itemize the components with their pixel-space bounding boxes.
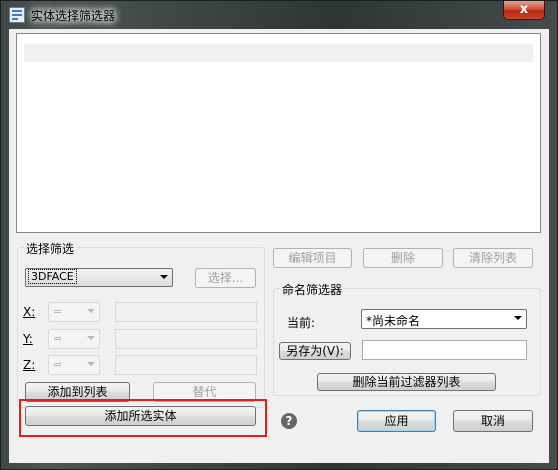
delete-current-filter-button[interactable]: 删除当前过滤器列表: [317, 373, 496, 391]
clear-list-button[interactable]: 清除列表: [453, 248, 533, 268]
y-operator-value: =: [53, 332, 63, 345]
cancel-button[interactable]: 取消: [453, 410, 533, 432]
chevron-down-icon: [514, 316, 522, 320]
current-filter-select[interactable]: *尚未命名: [361, 309, 527, 329]
chevron-down-icon: [87, 362, 95, 366]
x-label: X:: [23, 305, 36, 319]
highlight-box: [19, 399, 267, 437]
entity-type-value: 3DFACE: [28, 269, 77, 284]
title-bar: 实体选择筛选器 x: [1, 1, 557, 29]
save-as-button[interactable]: 另存为(V):: [279, 342, 351, 360]
select-button[interactable]: 选择...: [195, 268, 256, 288]
app-icon: [9, 7, 25, 23]
list-item[interactable]: [24, 44, 533, 62]
delete-button[interactable]: 删除: [363, 248, 443, 268]
y-value-field[interactable]: [115, 329, 257, 349]
window-title: 实体选择筛选器: [31, 9, 116, 23]
z-label: Z:: [23, 358, 36, 372]
x-value-field[interactable]: [115, 302, 257, 322]
x-operator-select[interactable]: =: [48, 302, 100, 322]
x-operator-value: =: [53, 305, 63, 318]
filter-list[interactable]: [16, 33, 541, 233]
z-operator-value: =: [53, 358, 63, 371]
save-as-field[interactable]: [362, 340, 527, 360]
entity-type-select[interactable]: 3DFACE: [25, 268, 173, 287]
dialog-window: 实体选择筛选器 x 选择筛选 3DFACE 选择... X: = Y: = Z:…: [0, 0, 558, 470]
chevron-down-icon: [87, 309, 95, 313]
chevron-down-icon: [160, 275, 168, 279]
current-label: 当前:: [287, 316, 316, 330]
help-icon[interactable]: ?: [281, 413, 297, 429]
chevron-down-icon: [87, 336, 95, 340]
apply-button[interactable]: 应用: [357, 410, 436, 432]
dialog-client: 选择筛选 3DFACE 选择... X: = Y: = Z: = 添加到列表 替…: [9, 29, 549, 463]
named-filter-label: 命名筛选器: [280, 281, 345, 298]
current-filter-value: *尚未命名: [366, 314, 421, 328]
z-operator-select[interactable]: =: [48, 355, 100, 375]
select-filter-label: 选择筛选: [24, 240, 77, 257]
z-value-field[interactable]: [115, 355, 257, 375]
y-operator-select[interactable]: =: [48, 329, 100, 349]
edit-item-button[interactable]: 编辑项目: [273, 248, 352, 268]
y-label: Y:: [23, 332, 33, 346]
close-icon[interactable]: x: [503, 1, 545, 20]
